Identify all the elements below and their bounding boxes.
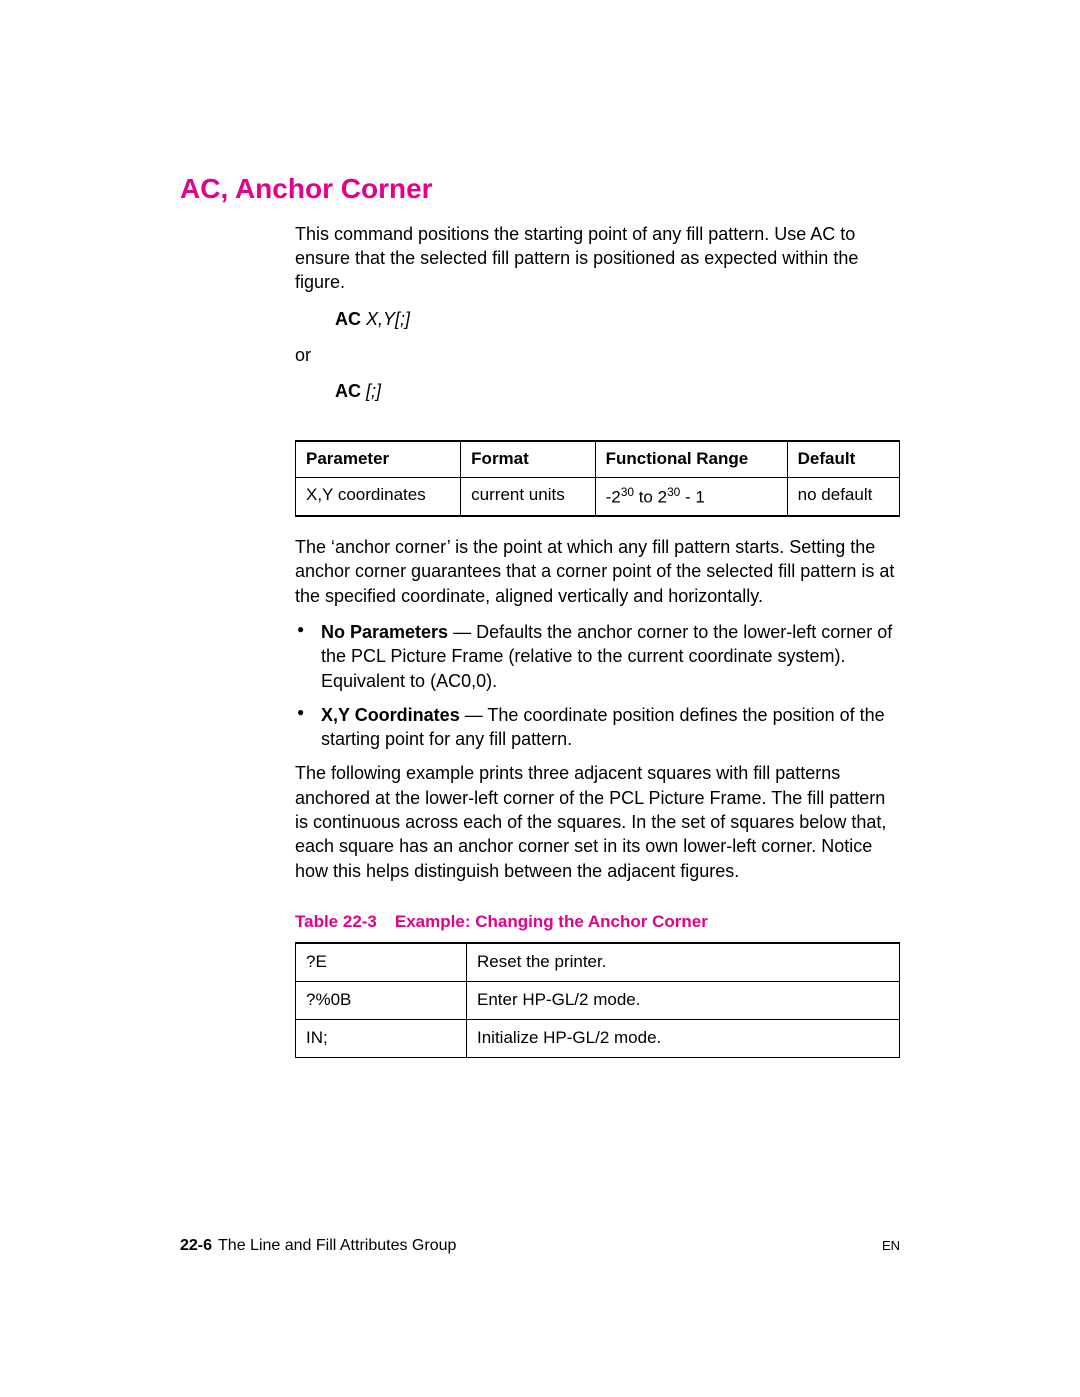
list-item: No Parameters — Defaults the anchor corn… xyxy=(295,620,900,693)
page-number: 22-6 xyxy=(180,1237,212,1254)
table-header-row: Parameter Format Functional Range Defaul… xyxy=(296,441,900,477)
table-cell: Reset the printer. xyxy=(467,943,900,981)
table-caption: Table 22-3 Example: Changing the Anchor C… xyxy=(295,911,900,934)
table-cell: X,Y coordinates xyxy=(296,477,461,516)
body-content: This command positions the starting poin… xyxy=(295,222,900,1058)
footer-lang: EN xyxy=(882,1237,900,1255)
table-cell: IN; xyxy=(296,1019,467,1057)
bullet-label: No Parameters xyxy=(321,622,448,642)
list-item: X,Y Coordinates — The coordinate positio… xyxy=(295,703,900,752)
table-cell: ?%0B xyxy=(296,981,467,1019)
table-title: Example: Changing the Anchor Corner xyxy=(395,912,708,931)
table-cell: ?E xyxy=(296,943,467,981)
table-cell: current units xyxy=(461,477,595,516)
table-header: Default xyxy=(787,441,899,477)
page: AC, Anchor Corner This command positions… xyxy=(0,0,1080,1397)
syntax-line-1: AC X,Y[;] xyxy=(335,307,900,331)
table-row: IN; Initialize HP-GL/2 mode. xyxy=(296,1019,900,1057)
table-cell: -230 to 230 - 1 xyxy=(595,477,787,516)
table-header: Functional Range xyxy=(595,441,787,477)
table-row: ?%0B Enter HP-GL/2 mode. xyxy=(296,981,900,1019)
table-cell: Enter HP-GL/2 mode. xyxy=(467,981,900,1019)
parameter-table: Parameter Format Functional Range Defaul… xyxy=(295,440,900,518)
syntax-args: X,Y[;] xyxy=(366,309,410,329)
table-row: ?E Reset the printer. xyxy=(296,943,900,981)
table-cell: no default xyxy=(787,477,899,516)
table-row: X,Y coordinates current units -230 to 23… xyxy=(296,477,900,516)
table-header: Format xyxy=(461,441,595,477)
table-number: Table 22-3 xyxy=(295,912,377,931)
bullet-list: No Parameters — Defaults the anchor corn… xyxy=(295,620,900,751)
or-text: or xyxy=(295,343,900,367)
section-heading: AC, Anchor Corner xyxy=(180,170,900,208)
syntax-args: [;] xyxy=(366,381,381,401)
table-cell: Initialize HP-GL/2 mode. xyxy=(467,1019,900,1057)
footer-section: The Line and Fill Attributes Group xyxy=(218,1237,456,1254)
following-paragraph: The following example prints three adjac… xyxy=(295,761,900,882)
anchor-paragraph: The ‘anchor corner’ is the point at whic… xyxy=(295,535,900,608)
intro-paragraph: This command positions the starting poin… xyxy=(295,222,900,295)
table-header: Parameter xyxy=(296,441,461,477)
page-footer: 22-6 The Line and Fill Attributes Group E… xyxy=(180,1235,900,1257)
footer-left: 22-6 The Line and Fill Attributes Group xyxy=(180,1235,456,1257)
syntax-line-2: AC [;] xyxy=(335,379,900,403)
syntax-command: AC xyxy=(335,381,361,401)
syntax-command: AC xyxy=(335,309,361,329)
example-table: ?E Reset the printer. ?%0B Enter HP-GL/2… xyxy=(295,942,900,1058)
bullet-label: X,Y Coordinates xyxy=(321,705,460,725)
